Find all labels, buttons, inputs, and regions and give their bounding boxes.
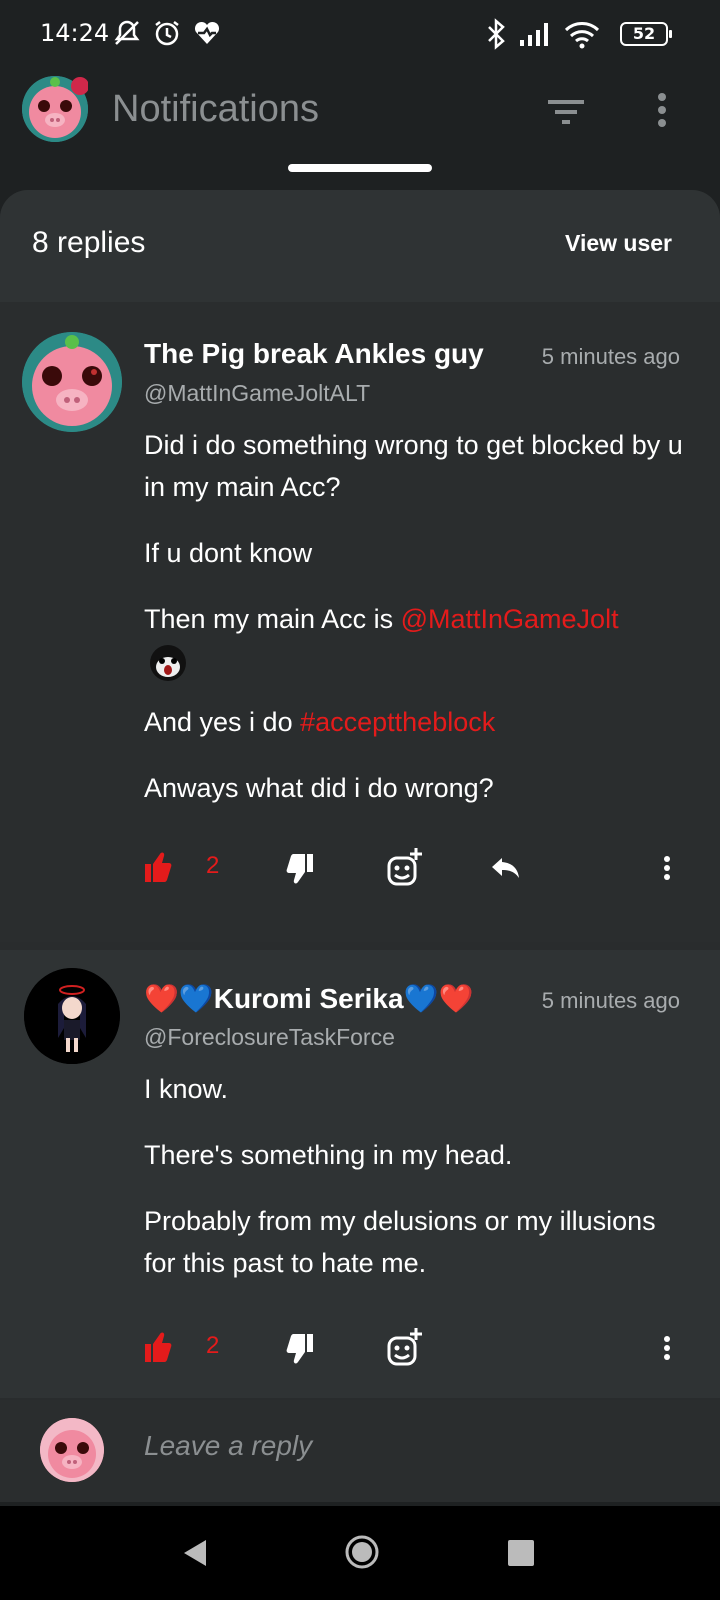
- like-count: 2: [206, 852, 220, 879]
- sheet-header: 8 replies View user: [0, 190, 720, 302]
- sticker-icon: [150, 644, 186, 681]
- reply-bar: Leave a reply: [0, 1400, 720, 1502]
- comment-paragraph: Anways what did i do wrong?: [144, 772, 494, 803]
- dislike-icon[interactable]: [286, 1324, 314, 1372]
- like-icon[interactable]: [144, 844, 172, 892]
- pig-avatar-icon: [22, 332, 122, 432]
- comment-paragraph: Did i do something wrong to get blocked …: [144, 430, 683, 502]
- status-icons-left: [112, 18, 222, 48]
- replies-sheet: 8 replies View user The Pig break Ankles…: [0, 190, 720, 1502]
- more-icon[interactable]: [662, 1324, 672, 1372]
- reply-input[interactable]: Leave a reply: [144, 1430, 312, 1462]
- system-nav-bar: [0, 1506, 720, 1600]
- pig-avatar-icon: [40, 1418, 104, 1482]
- anime-avatar-icon: [24, 968, 120, 1064]
- reply-icon[interactable]: [490, 844, 522, 892]
- home-icon[interactable]: [344, 1534, 380, 1570]
- comment-author-name[interactable]: The Pig break Ankles guy: [144, 338, 508, 370]
- like-count: 2: [206, 1332, 220, 1359]
- recents-icon[interactable]: [508, 1540, 534, 1566]
- user-mention-link[interactable]: @MattInGameJolt: [401, 604, 619, 634]
- comment-author-name[interactable]: ❤️💙Kuromi Serika💙❤️: [144, 982, 504, 1015]
- signal-icon: [520, 23, 548, 46]
- filter-icon[interactable]: [546, 96, 586, 128]
- comment-paragraph: There's something in my head.: [144, 1140, 513, 1170]
- avatar: [40, 1418, 104, 1482]
- sheet-drag-handle[interactable]: [288, 164, 432, 172]
- comment-paragraph: Then my main Acc is @MattInGameJolt: [144, 598, 694, 683]
- back-icon[interactable]: [182, 1538, 208, 1568]
- header-avatar[interactable]: [22, 76, 89, 142]
- hashtag-link[interactable]: #accepttheblock: [300, 707, 495, 737]
- wifi-icon: [564, 22, 600, 49]
- comment-body: I know. There's something in my head. Pr…: [144, 1068, 694, 1308]
- more-icon[interactable]: [662, 844, 672, 892]
- comment-author-handle[interactable]: @ForeclosureTaskForce: [144, 1024, 395, 1051]
- comment-actions: 2: [144, 1324, 704, 1372]
- pig-avatar-icon: [22, 76, 89, 142]
- status-icons-right: [484, 18, 600, 50]
- comment-time: 5 minutes ago: [541, 988, 680, 1013]
- avatar[interactable]: [24, 968, 120, 1064]
- muted-icon: [114, 20, 140, 45]
- app-header: Notifications: [0, 68, 720, 188]
- status-time: 14:24: [40, 19, 110, 47]
- bluetooth-icon: [488, 18, 505, 50]
- comment-paragraph: If u dont know: [144, 538, 313, 568]
- comment-item: The Pig break Ankles guy 5 minutes ago @…: [0, 302, 720, 942]
- view-user-button[interactable]: View user: [565, 230, 672, 257]
- add-reaction-icon[interactable]: [386, 1324, 422, 1372]
- like-icon[interactable]: [144, 1324, 172, 1372]
- comment-item: ❤️💙Kuromi Serika💙❤️ 5 minutes ago @Forec…: [0, 950, 720, 1398]
- heartbeat-icon: [194, 21, 220, 44]
- comment-author-handle[interactable]: @MattInGameJoltALT: [144, 380, 370, 407]
- more-icon[interactable]: [652, 92, 672, 128]
- dislike-icon[interactable]: [286, 844, 314, 892]
- comment-text: And yes i do: [144, 706, 301, 737]
- comment-paragraph: And yes i do #accepttheblock: [144, 701, 694, 743]
- battery-icon: 52: [620, 22, 672, 46]
- comment-paragraph: I know.: [144, 1074, 229, 1104]
- comment-paragraph: Probably from my delusions or my illusio…: [144, 1206, 656, 1278]
- comment-actions: 2: [144, 844, 704, 892]
- add-reaction-icon[interactable]: [386, 844, 422, 892]
- page-title: Notifications: [112, 88, 319, 130]
- comment-time: 5 minutes ago: [541, 344, 680, 369]
- comment-body: Did i do something wrong to get blocked …: [144, 424, 694, 833]
- status-bar: 14:24 52: [0, 0, 720, 68]
- avatar[interactable]: [22, 332, 122, 432]
- replies-count: 8 replies: [32, 226, 146, 259]
- comment-text: Then my main Acc is: [144, 604, 401, 634]
- alarm-icon: [155, 21, 179, 46]
